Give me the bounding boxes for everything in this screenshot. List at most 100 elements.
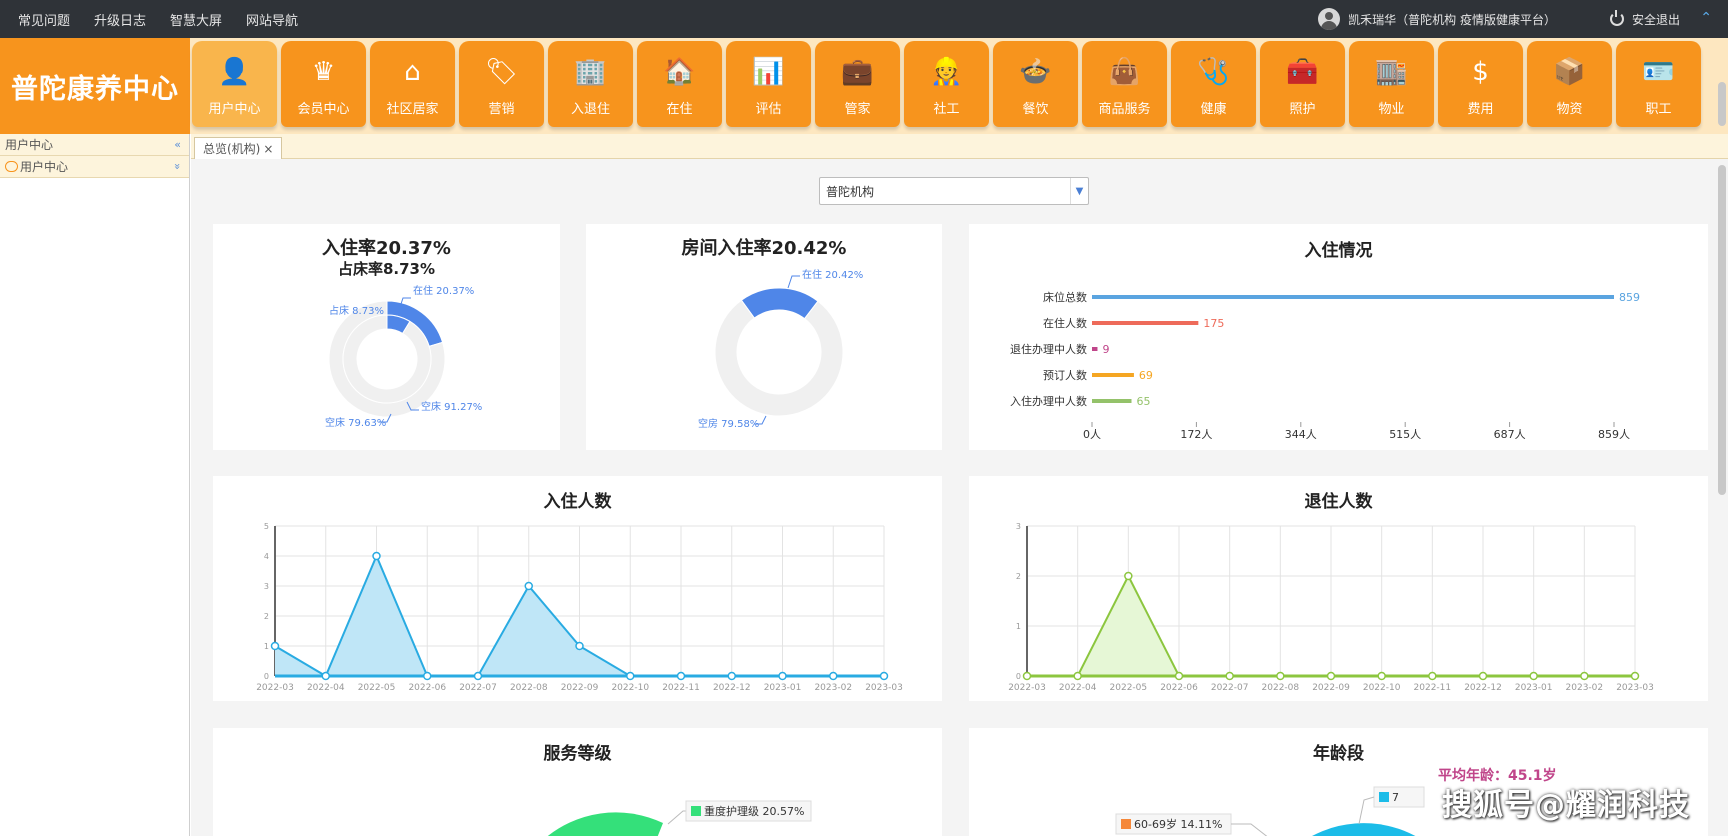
nav-scrollbar[interactable] — [1718, 82, 1726, 126]
checkin-point[interactable] — [778, 671, 787, 681]
status-bar — [1092, 399, 1132, 403]
checkout-point[interactable] — [1428, 671, 1437, 681]
age-legend-label-2: 7 — [1392, 791, 1399, 804]
nav-item-10[interactable]: 👜 商品服务 — [1082, 41, 1167, 127]
nav-item-7[interactable]: 💼 管家 — [815, 41, 900, 127]
checkin-point[interactable] — [524, 581, 533, 591]
checkout-point[interactable] — [1174, 671, 1184, 681]
nav-item-5[interactable]: 🏠 在住 — [637, 41, 722, 127]
nav-item-label: 评估 — [755, 102, 782, 117]
top-link-big-screen[interactable]: 智慧大屏 — [170, 10, 222, 29]
label-room-empty: 空房 79.58% — [698, 417, 759, 430]
brand-title: 普陀康养中心 — [0, 38, 190, 134]
expand-icon[interactable]: » — [171, 163, 184, 170]
org-select[interactable]: 普陀机构 ▼ — [819, 177, 1089, 205]
nav-item-3[interactable]: 🏷 营销 — [459, 41, 544, 127]
checkout-point[interactable] — [1326, 671, 1336, 681]
nav-item-9[interactable]: 🍲 餐饮 — [993, 41, 1078, 127]
checkin-xtick-label: 2022-06 — [408, 683, 446, 693]
nav-item-label: 健康 — [1200, 102, 1227, 117]
nav-item-11[interactable]: 🩺 健康 — [1171, 41, 1256, 127]
top-link-faq[interactable]: 常见问题 — [18, 10, 70, 29]
briefcase-icon: 💼 — [841, 57, 874, 87]
sidebar-item-user-center[interactable]: 用户中心 » — [0, 156, 189, 178]
worker-icon: 👷 — [930, 57, 963, 87]
checkin-point[interactable] — [829, 671, 838, 681]
collapse-header-icon[interactable]: ⌃ — [1700, 10, 1712, 26]
status-tick-label: 0人 — [1083, 428, 1101, 441]
checkout-point[interactable] — [1225, 671, 1234, 681]
logout-button[interactable]: 安全退出 — [1609, 0, 1680, 38]
power-icon — [1609, 10, 1624, 26]
nav-item-1[interactable]: ♛ 会员中心 — [281, 41, 366, 127]
collapse-sidebar-icon[interactable]: « — [174, 138, 181, 151]
checkin-point[interactable] — [727, 671, 736, 681]
checkout-point[interactable] — [1630, 671, 1640, 681]
checkout-point[interactable] — [1529, 671, 1538, 681]
top-link-site-nav[interactable]: 网站导航 — [246, 10, 298, 29]
nav-item-label: 照护 — [1289, 102, 1316, 117]
checkin-point[interactable] — [879, 671, 889, 681]
top-link-changelog[interactable]: 升级日志 — [94, 10, 146, 29]
checkin-xtick-label: 2022-12 — [713, 683, 751, 693]
checkin-point[interactable] — [372, 551, 381, 561]
checkin-point[interactable] — [270, 641, 280, 651]
checkin-xtick-label: 2022-09 — [561, 683, 599, 693]
nav-item-8[interactable]: 👷 社工 — [904, 41, 989, 127]
checkout-point[interactable] — [1124, 571, 1133, 581]
nav-item-16[interactable]: 🪪 职工 — [1616, 41, 1701, 127]
room-slice-0 — [740, 287, 819, 320]
status-category-label: 预订人数 — [1043, 369, 1087, 382]
first-aid-icon: 🧰 — [1286, 57, 1319, 87]
age-legend-leader — [1231, 823, 1268, 836]
nav-item-2[interactable]: ⌂ 社区居家 — [370, 41, 455, 127]
checkout-point[interactable] — [1580, 671, 1589, 681]
checkout-area-chart: 0 1 2 3 2022-03 2022-04 2022-05 2022-06 2022-07 2… — [1008, 522, 1654, 693]
logout-label: 安全退出 — [1631, 12, 1680, 27]
nav-item-13[interactable]: 🏬 物业 — [1349, 41, 1434, 127]
tab-close-icon[interactable]: × — [263, 142, 273, 156]
nav-item-14[interactable]: $ 费用 — [1438, 41, 1523, 127]
checkin-point[interactable] — [321, 671, 330, 681]
nav-item-0[interactable]: 👤 用户中心 — [192, 41, 277, 127]
checkin-ytick-label: 1 — [264, 642, 269, 651]
checkin-point[interactable] — [575, 641, 584, 651]
status-bar — [1092, 321, 1199, 325]
nav-item-label: 社工 — [933, 102, 960, 117]
content-scrollbar[interactable] — [1718, 165, 1726, 495]
nav-item-label: 营销 — [488, 102, 515, 117]
checkout-xtick-label: 2022-10 — [1363, 683, 1401, 693]
checkin-point[interactable] — [676, 671, 686, 681]
age-legend-swatch-2 — [1379, 792, 1389, 802]
nav-item-6[interactable]: 📊 评估 — [726, 41, 811, 127]
checkin-point[interactable] — [423, 671, 432, 681]
age-legend-swatch — [1121, 819, 1131, 829]
checkout-point[interactable] — [1276, 671, 1285, 681]
dashboard: 普陀机构 ▼ 入住率20.37% 占床率8.73% 在住 20.37% 占床 8.… — [191, 159, 1728, 836]
sidebar-header: 用户中心 « — [0, 134, 189, 156]
checkout-point[interactable] — [1478, 671, 1488, 681]
status-category-label: 入住办理中人数 — [1010, 394, 1087, 408]
checkin-xtick-label: 2022-11 — [662, 683, 700, 693]
user-info[interactable]: 凯禾瑞华（普陀机构 疫情版健康平台） — [1318, 0, 1556, 38]
nav-item-15[interactable]: 📦 物资 — [1527, 41, 1612, 127]
occupancy-card: 入住率20.37% 占床率8.73% 在住 20.37% 占床 8.73% 空床 9… — [213, 224, 560, 450]
age-pie-slice-blue — [1312, 823, 1416, 836]
checkin-ytick-label: 3 — [264, 582, 269, 591]
status-tick-label: 172人 — [1180, 428, 1212, 441]
tag-icon: 🏷 — [485, 57, 519, 87]
nav-item-4[interactable]: 🏢 入退住 — [548, 41, 633, 127]
occupancy-ring-1-slice-1 — [342, 314, 432, 404]
nav-item-label: 餐饮 — [1022, 102, 1049, 117]
nav-item-12[interactable]: 🧰 照护 — [1260, 41, 1345, 127]
checkout-xtick-label: 2022-09 — [1312, 683, 1350, 693]
checkout-point[interactable] — [1073, 671, 1082, 681]
tab-overview[interactable]: 总览(机构) × — [194, 137, 283, 159]
age-legend-label: 60-69岁 14.11% — [1134, 817, 1222, 831]
checkin-point[interactable] — [626, 671, 635, 681]
checkin-point[interactable] — [473, 671, 483, 681]
checkout-point[interactable] — [1022, 671, 1032, 681]
checkin-xtick-label: 2022-05 — [358, 683, 396, 693]
status-bar-chart: 床位总数 859 在住人数 175 退住办理中人数 9 预订人数 69 入住办理中人数 65 0人 1… — [1010, 290, 1640, 441]
checkout-point[interactable] — [1377, 671, 1386, 681]
